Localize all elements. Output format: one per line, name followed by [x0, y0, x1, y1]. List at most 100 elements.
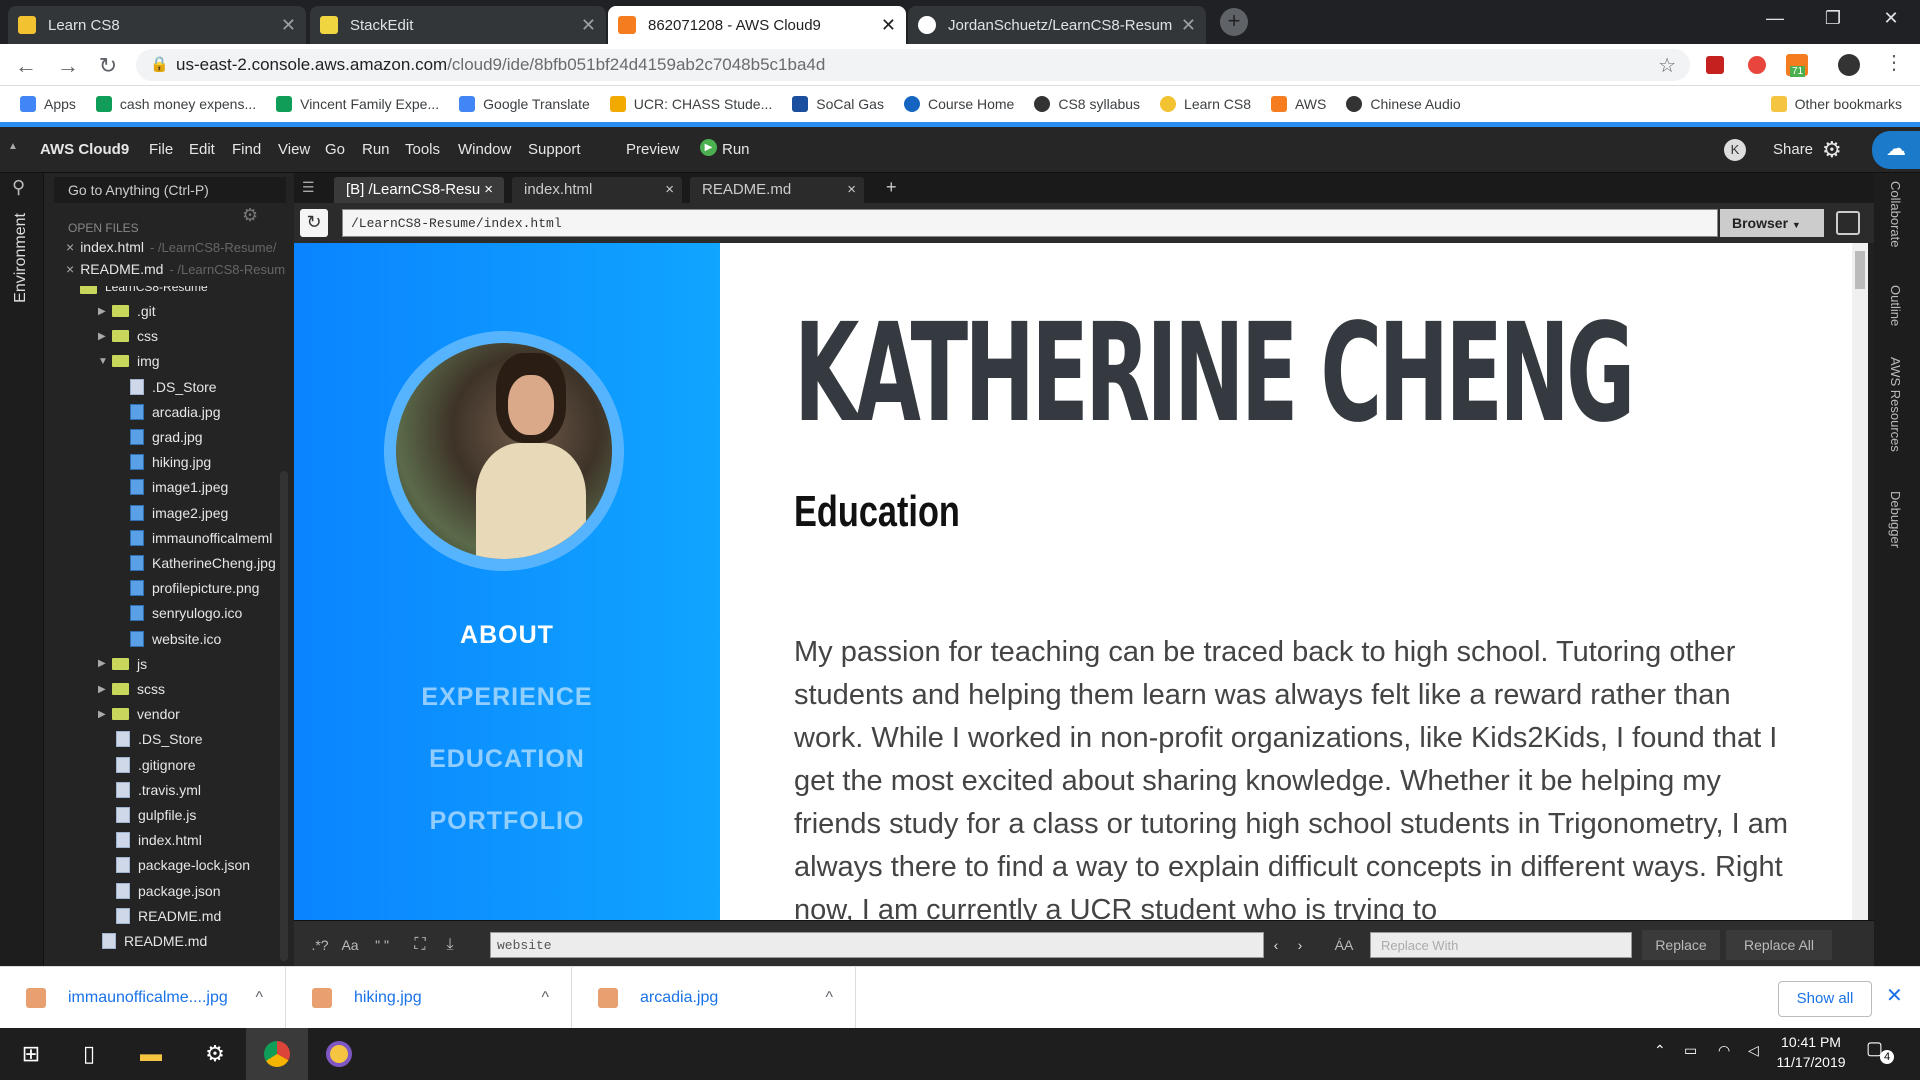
environment-tab[interactable]: Environment [12, 213, 30, 303]
menu-tools[interactable]: Tools [405, 141, 440, 158]
browser-tab-github[interactable]: JordanSchuetz/LearnCS8-Resum ✕ [908, 6, 1206, 44]
close-icon[interactable]: × [66, 261, 74, 277]
other-bookmarks[interactable]: Other bookmarks [1770, 96, 1902, 112]
bookmark-item[interactable]: UCR: CHASS Stude... [609, 96, 772, 112]
cloud9-brand[interactable]: AWS Cloud9 [40, 141, 129, 158]
shield-icon[interactable] [1748, 56, 1766, 74]
tab-readme[interactable]: README.md × [690, 177, 864, 203]
chevron-right-icon[interactable]: ▶ [98, 331, 112, 342]
collapse-menu-icon[interactable]: ▲ [8, 141, 18, 152]
share-button[interactable]: Share [1773, 141, 1813, 158]
find-prev-icon[interactable]: ‹ [1266, 933, 1286, 957]
preview-scrollbar[interactable] [1852, 243, 1868, 920]
tab-menu-icon[interactable]: ☰ [302, 179, 315, 196]
tree-item[interactable]: ▶ vendor [98, 702, 180, 726]
chrome-icon[interactable] [246, 1028, 308, 1080]
cloud-icon[interactable]: ☁ [1872, 131, 1920, 169]
browser-tab-stackedit[interactable]: StackEdit ✕ [310, 6, 606, 44]
file-explorer-icon[interactable]: ▬ [120, 1028, 182, 1080]
search-icon[interactable]: ⚲ [12, 177, 25, 198]
tree-item[interactable]: ▶ css [98, 324, 158, 348]
clock[interactable]: 10:41 PM 11/17/2019 [1776, 1034, 1846, 1070]
close-icon[interactable]: ✕ [281, 15, 296, 36]
user-avatar[interactable]: K [1724, 139, 1746, 161]
regex-toggle[interactable]: .*? [308, 933, 332, 957]
browser-tab-learn-cs8[interactable]: Learn CS8 ✕ [8, 6, 306, 44]
tree-item[interactable]: immaunofficalmeml [130, 526, 272, 550]
settings-gear-icon[interactable]: ⚙ [184, 1028, 246, 1080]
restore-button[interactable]: ❐ [1810, 0, 1856, 36]
bookmark-item[interactable]: CS8 syllabus [1034, 96, 1140, 112]
whole-word-toggle[interactable]: " " [368, 933, 396, 957]
preserve-case-toggle[interactable]: ÁA [1328, 933, 1360, 957]
menu-window[interactable]: Window [458, 141, 511, 158]
tree-item[interactable]: KatherineCheng.jpg [130, 551, 276, 575]
tree-item[interactable]: README.md [116, 904, 221, 928]
extension-icon[interactable]: 71 [1786, 54, 1808, 77]
task-view-icon[interactable]: ▯ [58, 1028, 120, 1080]
run-button[interactable]: Run [722, 141, 750, 158]
scroll-thumb[interactable] [1855, 251, 1865, 289]
chevron-right-icon[interactable]: ▶ [98, 306, 112, 317]
windows-start-icon[interactable]: ⊞ [0, 1028, 62, 1080]
close-icon[interactable]: ✕ [881, 15, 896, 36]
nav-education[interactable]: EDUCATION [294, 745, 720, 774]
go-to-anything-input[interactable]: Go to Anything (Ctrl-P) [54, 177, 286, 203]
ublock-icon[interactable] [1706, 56, 1724, 74]
menu-support[interactable]: Support [528, 141, 581, 158]
tree-root-folder[interactable]: LearnCS8-Resume [80, 286, 208, 294]
close-icon[interactable]: × [484, 181, 493, 198]
open-file-item[interactable]: × README.md - /LearnCS8-Resum [66, 257, 285, 281]
bookmark-apps[interactable]: Apps [20, 96, 76, 112]
bookmark-item[interactable]: AWS [1270, 96, 1326, 112]
open-file-item[interactable]: × index.html - /LearnCS8-Resume/ [66, 235, 276, 259]
tab-index-html[interactable]: index.html × [512, 177, 682, 203]
tree-item[interactable]: ▼ img [98, 349, 160, 373]
bookmark-item[interactable]: SoCal Gas [792, 96, 884, 112]
tree-item[interactable]: profilepicture.png [130, 576, 259, 600]
reload-button[interactable]: ↻ [94, 52, 122, 80]
battery-icon[interactable]: ▭ [1684, 1042, 1697, 1059]
close-icon[interactable]: × [847, 181, 856, 198]
tree-item[interactable]: .DS_Store [130, 375, 217, 399]
menu-go[interactable]: Go [325, 141, 345, 158]
download-item[interactable]: immaunofficalme....jpg ^ [0, 967, 286, 1029]
chevron-right-icon[interactable]: ▶ [98, 658, 112, 669]
browser-tab-cloud9[interactable]: 862071208 - AWS Cloud9 ✕ [608, 6, 906, 44]
wrap-icon[interactable]: ⤓ [436, 933, 464, 957]
tree-item[interactable]: senryulogo.ico [130, 601, 242, 625]
close-icon[interactable]: ✕ [581, 15, 596, 36]
wifi-icon[interactable]: ◠ [1718, 1042, 1730, 1059]
close-icon[interactable]: × [66, 239, 74, 255]
show-all-button[interactable]: Show all [1778, 981, 1872, 1017]
tree-item[interactable]: README.md [102, 929, 207, 953]
tree-item[interactable]: package.json [116, 879, 221, 903]
tree-item[interactable]: package-lock.json [116, 853, 250, 877]
replace-button[interactable]: Replace [1642, 930, 1720, 960]
tree-item[interactable]: website.ico [130, 627, 221, 651]
tray-chevron-up-icon[interactable]: ⌃ [1654, 1042, 1666, 1059]
tree-item[interactable]: ▶ .git [98, 299, 156, 323]
tree-item[interactable]: grad.jpg [130, 425, 203, 449]
minimize-button[interactable]: — [1752, 0, 1798, 36]
profile-icon[interactable] [1838, 54, 1860, 76]
new-tab-button[interactable]: + [1220, 8, 1248, 36]
chevron-right-icon[interactable]: ▶ [98, 709, 112, 720]
tree-item[interactable]: .travis.yml [116, 778, 201, 802]
replace-all-button[interactable]: Replace All [1726, 930, 1832, 960]
download-item[interactable]: hiking.jpg ^ [286, 967, 572, 1029]
tree-item[interactable]: hiking.jpg [130, 450, 211, 474]
tree-item[interactable]: .DS_Store [116, 727, 203, 751]
tree-item[interactable]: image2.jpeg [130, 501, 228, 525]
menu-edit[interactable]: Edit [189, 141, 215, 158]
nav-about[interactable]: ABOUT [294, 621, 720, 650]
download-item[interactable]: arcadia.jpg ^ [572, 967, 856, 1029]
chevron-right-icon[interactable]: ▶ [98, 684, 112, 695]
bookmark-item[interactable]: Learn CS8 [1160, 96, 1251, 112]
preview-button[interactable]: Preview [626, 141, 679, 158]
tree-item[interactable]: gulpfile.js [116, 803, 196, 827]
tab-browser-preview[interactable]: [B] /LearnCS8-Resu × [334, 177, 504, 203]
find-next-icon[interactable]: › [1290, 933, 1310, 957]
browser-dropdown[interactable]: Browser ▼ [1720, 209, 1824, 237]
menu-view[interactable]: View [278, 141, 310, 158]
